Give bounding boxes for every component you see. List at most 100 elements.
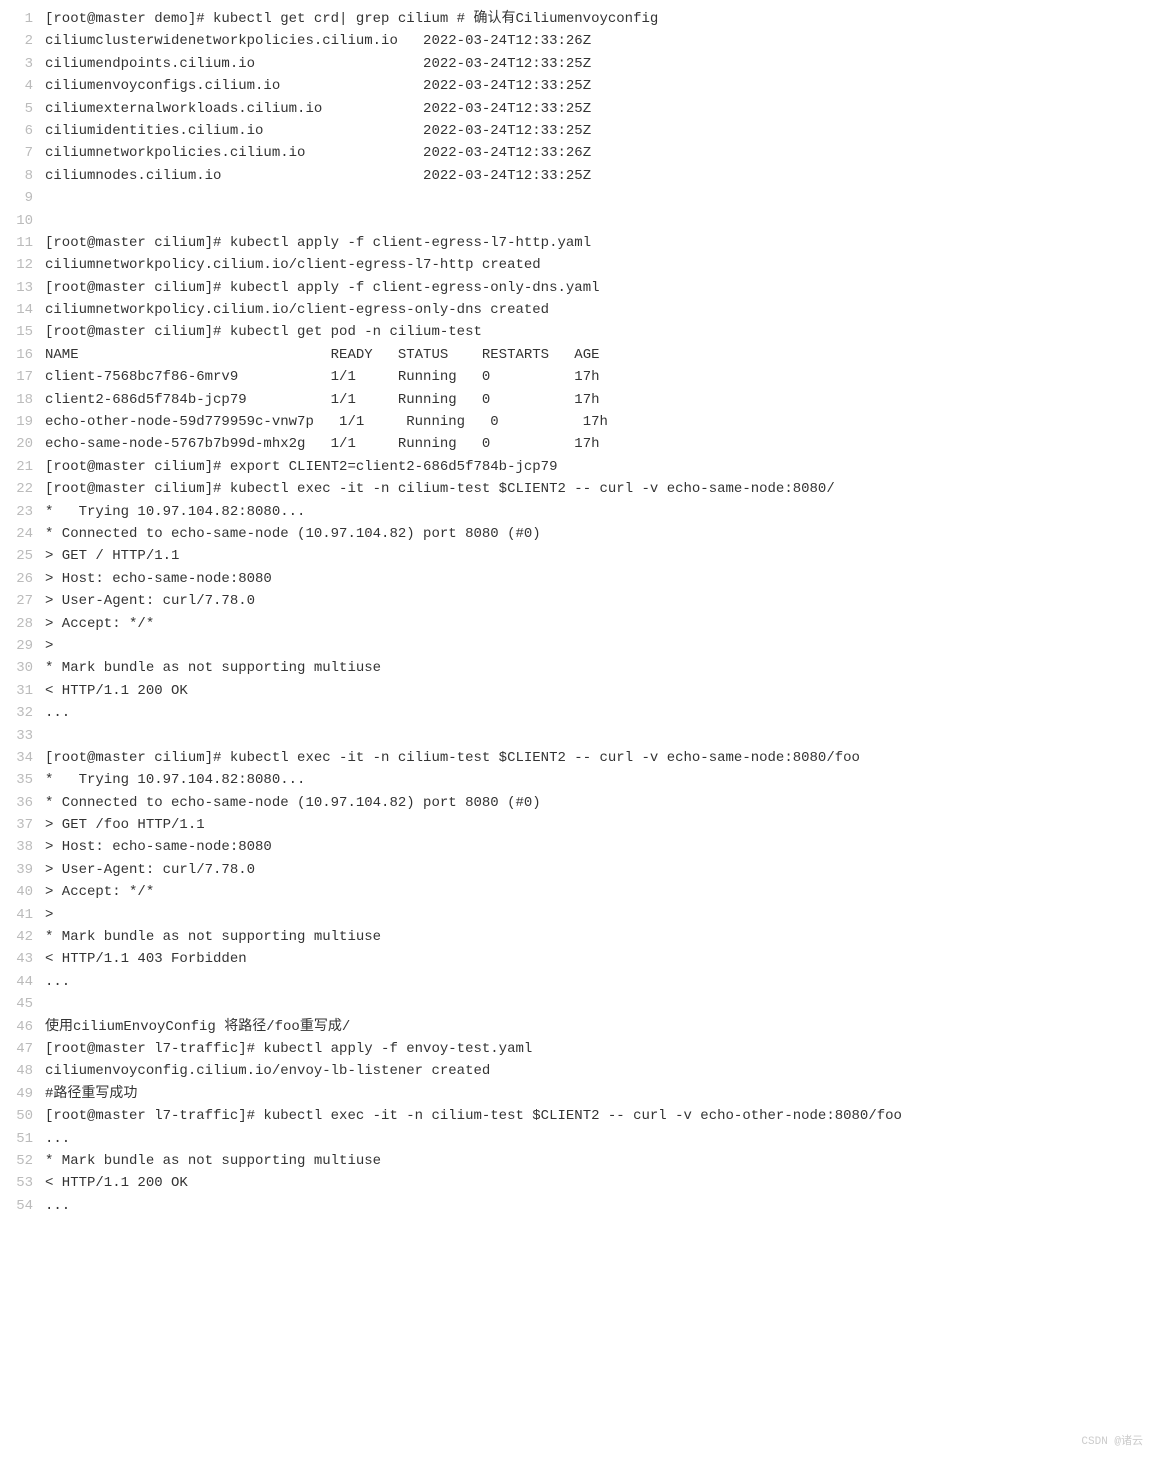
line-number: 36 [0, 792, 33, 814]
code-line: > GET / HTTP/1.1 [45, 545, 1153, 567]
line-number: 12 [0, 254, 33, 276]
line-number: 14 [0, 299, 33, 321]
line-number: 2 [0, 30, 33, 52]
code-line: > User-Agent: curl/7.78.0 [45, 590, 1153, 612]
line-number: 43 [0, 948, 33, 970]
code-line: [root@master cilium]# kubectl apply -f c… [45, 232, 1153, 254]
line-number: 51 [0, 1128, 33, 1150]
code-line: ciliumnetworkpolicy.cilium.io/client-egr… [45, 254, 1153, 276]
code-line [45, 187, 1153, 209]
code-line: client2-686d5f784b-jcp79 1/1 Running 0 1… [45, 389, 1153, 411]
code-line: ciliumenvoyconfigs.cilium.io 2022-03-24T… [45, 75, 1153, 97]
code-line: > Host: echo-same-node:8080 [45, 568, 1153, 590]
line-number: 6 [0, 120, 33, 142]
line-number: 45 [0, 993, 33, 1015]
line-number: 9 [0, 187, 33, 209]
code-block: 1234567891011121314151617181920212223242… [0, 0, 1153, 1225]
code-line: #路径重写成功 [45, 1083, 1153, 1105]
code-content: [root@master demo]# kubectl get crd| gre… [45, 8, 1153, 1217]
code-line [45, 210, 1153, 232]
line-number: 23 [0, 501, 33, 523]
code-line: [root@master cilium]# kubectl exec -it -… [45, 478, 1153, 500]
line-number: 1 [0, 8, 33, 30]
line-number: 34 [0, 747, 33, 769]
line-number: 8 [0, 165, 33, 187]
code-line [45, 725, 1153, 747]
line-number: 53 [0, 1172, 33, 1194]
code-line: ciliumendpoints.cilium.io 2022-03-24T12:… [45, 53, 1153, 75]
line-number: 38 [0, 836, 33, 858]
line-number: 40 [0, 881, 33, 903]
line-number: 20 [0, 433, 33, 455]
code-line: ... [45, 1128, 1153, 1150]
line-number: 10 [0, 210, 33, 232]
line-number: 13 [0, 277, 33, 299]
code-line: > Host: echo-same-node:8080 [45, 836, 1153, 858]
code-line: ciliumnodes.cilium.io 2022-03-24T12:33:2… [45, 165, 1153, 187]
line-number: 4 [0, 75, 33, 97]
line-number: 29 [0, 635, 33, 657]
line-number: 27 [0, 590, 33, 612]
code-line: > [45, 904, 1153, 926]
line-number: 19 [0, 411, 33, 433]
line-number: 15 [0, 321, 33, 343]
line-number: 3 [0, 53, 33, 75]
code-line: NAME READY STATUS RESTARTS AGE [45, 344, 1153, 366]
code-line: [root@master demo]# kubectl get crd| gre… [45, 8, 1153, 30]
code-line: * Mark bundle as not supporting multiuse [45, 926, 1153, 948]
line-number: 35 [0, 769, 33, 791]
code-line: [root@master cilium]# export CLIENT2=cli… [45, 456, 1153, 478]
code-line: ciliumclusterwidenetworkpolicies.cilium.… [45, 30, 1153, 52]
code-line: ... [45, 1195, 1153, 1217]
line-number: 31 [0, 680, 33, 702]
code-line: > Accept: */* [45, 881, 1153, 903]
code-line: ciliumnetworkpolicy.cilium.io/client-egr… [45, 299, 1153, 321]
line-number: 26 [0, 568, 33, 590]
code-line: ciliumenvoyconfig.cilium.io/envoy-lb-lis… [45, 1060, 1153, 1082]
line-number: 50 [0, 1105, 33, 1127]
line-number: 11 [0, 232, 33, 254]
line-number: 24 [0, 523, 33, 545]
line-number: 25 [0, 545, 33, 567]
code-line [45, 993, 1153, 1015]
code-line: [root@master l7-traffic]# kubectl exec -… [45, 1105, 1153, 1127]
line-number: 28 [0, 613, 33, 635]
code-line: > User-Agent: curl/7.78.0 [45, 859, 1153, 881]
code-line: > Accept: */* [45, 613, 1153, 635]
code-line: * Mark bundle as not supporting multiuse [45, 1150, 1153, 1172]
code-line: * Mark bundle as not supporting multiuse [45, 657, 1153, 679]
line-number: 41 [0, 904, 33, 926]
line-number: 42 [0, 926, 33, 948]
line-number: 22 [0, 478, 33, 500]
line-number: 37 [0, 814, 33, 836]
code-line: [root@master cilium]# kubectl exec -it -… [45, 747, 1153, 769]
line-number: 18 [0, 389, 33, 411]
watermark: CSDN @诸云 [1081, 1434, 1143, 1452]
line-number: 16 [0, 344, 33, 366]
code-line: ciliumexternalworkloads.cilium.io 2022-0… [45, 98, 1153, 120]
line-number: 39 [0, 859, 33, 881]
code-line: ciliumidentities.cilium.io 2022-03-24T12… [45, 120, 1153, 142]
code-line: [root@master l7-traffic]# kubectl apply … [45, 1038, 1153, 1060]
code-line: < HTTP/1.1 200 OK [45, 1172, 1153, 1194]
code-line: * Connected to echo-same-node (10.97.104… [45, 792, 1153, 814]
line-number: 7 [0, 142, 33, 164]
line-number: 44 [0, 971, 33, 993]
code-line: ... [45, 971, 1153, 993]
code-line: ... [45, 702, 1153, 724]
line-number: 52 [0, 1150, 33, 1172]
code-line: ciliumnetworkpolicies.cilium.io 2022-03-… [45, 142, 1153, 164]
line-number: 48 [0, 1060, 33, 1082]
code-line: [root@master cilium]# kubectl get pod -n… [45, 321, 1153, 343]
code-line: echo-same-node-5767b7b99d-mhx2g 1/1 Runn… [45, 433, 1153, 455]
line-number: 33 [0, 725, 33, 747]
code-line: > [45, 635, 1153, 657]
code-line: [root@master cilium]# kubectl apply -f c… [45, 277, 1153, 299]
line-number: 32 [0, 702, 33, 724]
line-number: 54 [0, 1195, 33, 1217]
line-number: 46 [0, 1016, 33, 1038]
code-line: client-7568bc7f86-6mrv9 1/1 Running 0 17… [45, 366, 1153, 388]
line-number: 47 [0, 1038, 33, 1060]
line-number: 49 [0, 1083, 33, 1105]
line-number: 5 [0, 98, 33, 120]
